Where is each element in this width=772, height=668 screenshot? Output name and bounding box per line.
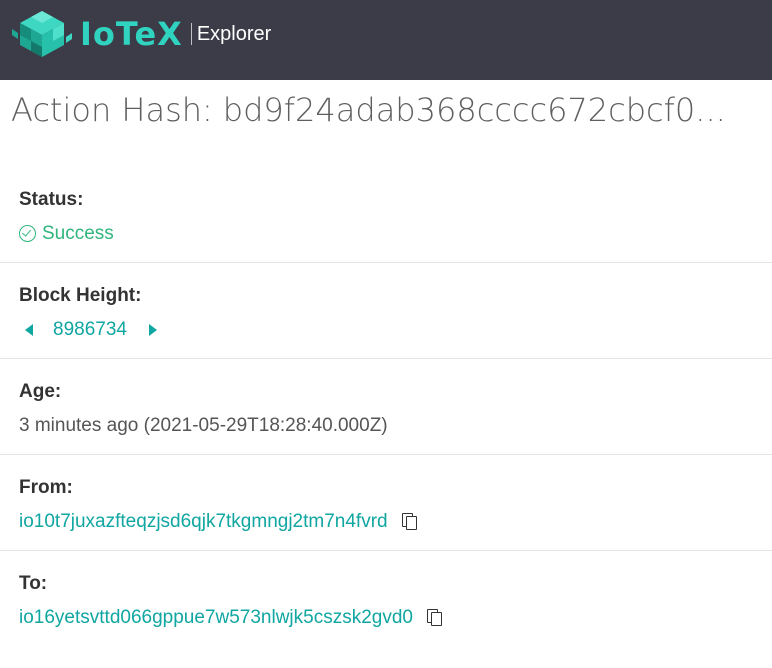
to-label: To: [19, 573, 48, 594]
top-navigation-bar: IoTeX Explorer [0, 0, 772, 80]
page-title-prefix: Action Hash: [11, 91, 213, 129]
divider [0, 262, 772, 263]
iotex-logo[interactable]: IoTeX Explorer [10, 8, 271, 60]
brand-subtitle: Explorer [196, 23, 272, 45]
logo-divider [190, 23, 192, 45]
block-height-link[interactable]: 8986734 [53, 318, 127, 342]
status-label: Status: [19, 189, 84, 210]
to-value: io16yetsvttd066gppue7w573nlwjk5cszsk2gvd… [19, 606, 442, 630]
divider [0, 550, 772, 551]
copy-icon[interactable] [401, 513, 417, 530]
next-block-icon[interactable] [148, 324, 157, 336]
from-address-link[interactable]: io10t7juxazfteqzjsd6qjk7tkgmngj2tm7n4fvr… [19, 511, 388, 532]
brand-name: IoTeX [80, 15, 183, 53]
copy-icon[interactable] [426, 609, 442, 626]
divider [0, 358, 772, 359]
status-row: Status: Success [0, 188, 772, 284]
action-hash: bd9f24adab368cccc672cbcf0... [222, 91, 726, 129]
age-row: Age: 3 minutes ago (2021-05-29T18:28:40.… [0, 380, 772, 476]
from-label: From: [19, 477, 73, 498]
to-address-link[interactable]: io16yetsvttd066gppue7w573nlwjk5cszsk2gvd… [19, 607, 413, 628]
status-text: Success [42, 223, 114, 244]
age-label: Age: [19, 381, 62, 402]
page-title: Action Hash: bd9f24adab368cccc672cbcf0... [11, 86, 771, 134]
to-row: To: io16yetsvttd066gppue7w573nlwjk5cszsk… [0, 572, 772, 668]
previous-block-icon[interactable] [25, 324, 33, 336]
iotex-cube-logo-icon [12, 11, 72, 57]
check-circle-icon [19, 225, 36, 242]
status-value: Success [19, 222, 114, 246]
age-value: 3 minutes ago (2021-05-29T18:28:40.000Z) [19, 415, 388, 436]
block-height-row: Block Height: 8986734 [0, 284, 772, 380]
divider [0, 454, 772, 455]
block-height-nav: 8986734 [19, 318, 157, 342]
from-value: io10t7juxazfteqzjsd6qjk7tkgmngj2tm7n4fvr… [19, 510, 417, 534]
block-height-label: Block Height: [19, 285, 142, 306]
from-row: From: io10t7juxazfteqzjsd6qjk7tkgmngj2tm… [0, 476, 772, 572]
